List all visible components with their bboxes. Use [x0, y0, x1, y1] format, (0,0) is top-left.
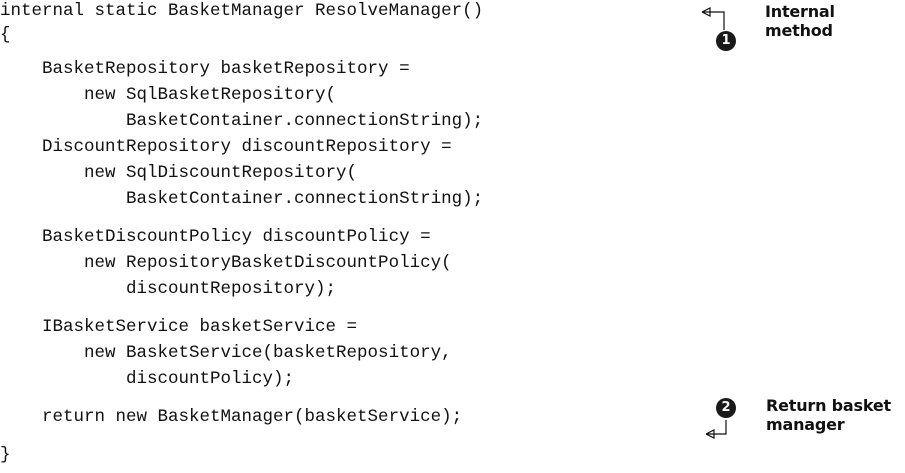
- code-line: DiscountRepository discountRepository =: [0, 137, 452, 157]
- code-line: {: [0, 25, 11, 45]
- code-line: return new BasketManager(basketService);: [0, 407, 463, 427]
- code-line: new SqlBasketRepository(: [0, 85, 337, 105]
- code-line: new SqlDiscountRepository(: [0, 163, 358, 183]
- callout-label: Internal method: [765, 2, 835, 40]
- code-line: new RepositoryBasketDiscountPolicy(: [0, 253, 452, 273]
- code-line: BasketContainer.connectionString);: [0, 189, 484, 209]
- callout-arrow-icon: [705, 420, 727, 439]
- code-line: BasketDiscountPolicy discountPolicy =: [0, 227, 431, 247]
- code-line: BasketContainer.connectionString);: [0, 111, 484, 131]
- callout-label: Return basket manager: [766, 396, 891, 434]
- code-line: new BasketService(basketRepository,: [0, 343, 452, 363]
- code-line: }: [0, 445, 11, 465]
- callout-number-badge: 1: [716, 31, 736, 51]
- code-line: internal static BasketManager ResolveMan…: [0, 1, 484, 21]
- code-line: discountPolicy);: [0, 369, 295, 389]
- callout-arrow-icon: [701, 7, 725, 30]
- callout-number-badge: 2: [716, 398, 736, 418]
- code-line: discountRepository);: [0, 279, 337, 299]
- code-line: IBasketService basketService =: [0, 317, 358, 337]
- code-line: BasketRepository basketRepository =: [0, 59, 410, 79]
